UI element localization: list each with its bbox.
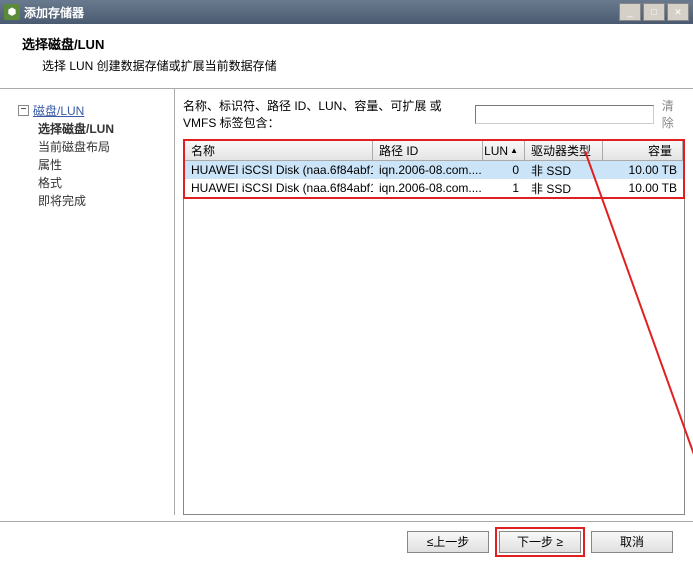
- page-title: 选择磁盘/LUN: [22, 34, 671, 53]
- step-select-disk[interactable]: 选择磁盘/LUN: [38, 119, 174, 137]
- cell-drive: 非 SSD: [525, 161, 603, 179]
- step-properties[interactable]: 属性: [38, 155, 174, 173]
- page-subtitle: 选择 LUN 创建数据存储或扩展当前数据存储: [42, 57, 671, 74]
- wizard-steps-sidebar: − 磁盘/LUN 选择磁盘/LUN 当前磁盘布局 属性 格式 即将完成: [0, 89, 175, 515]
- disk-table: 名称 路径 ID LUN▲ 驱动器类型 容量 HUAWEI iSCSI Disk…: [183, 139, 685, 199]
- filter-input[interactable]: [475, 105, 654, 124]
- window-controls: _ □ ✕: [619, 3, 689, 21]
- cell-capacity: 10.00 TB: [603, 161, 683, 179]
- cell-capacity: 10.00 TB: [603, 179, 683, 197]
- next-button[interactable]: 下一步 ≥: [499, 531, 581, 553]
- cell-lun: 0: [483, 161, 525, 179]
- step-format[interactable]: 格式: [38, 173, 174, 191]
- table-empty-area: [183, 199, 685, 515]
- filter-label: 名称、标识符、路径 ID、LUN、容量、可扩展 或 VMFS 标签包含：: [183, 97, 471, 131]
- col-name-header[interactable]: 名称: [185, 141, 373, 160]
- maximize-button[interactable]: □: [643, 3, 665, 21]
- filter-bar: 名称、标识符、路径 ID、LUN、容量、可扩展 或 VMFS 标签包含： 清除: [183, 97, 685, 131]
- cell-path: iqn.2006-08.com....: [373, 179, 483, 197]
- step-ready[interactable]: 即将完成: [38, 191, 174, 209]
- window-title: 添加存储器: [24, 4, 619, 21]
- minimize-button[interactable]: _: [619, 3, 641, 21]
- col-capacity-header[interactable]: 容量: [603, 141, 683, 160]
- wizard-header: 选择磁盘/LUN 选择 LUN 创建数据存储或扩展当前数据存储: [0, 24, 693, 89]
- col-lun-header[interactable]: LUN▲: [483, 141, 525, 160]
- app-icon: ⬢: [4, 4, 20, 20]
- cell-name: HUAWEI iSCSI Disk (naa.6f84abf10...: [185, 179, 373, 197]
- table-row[interactable]: HUAWEI iSCSI Disk (naa.6f84abf10... iqn.…: [185, 179, 683, 197]
- titlebar: ⬢ 添加存储器 _ □ ✕: [0, 0, 693, 24]
- tree-parent-row[interactable]: − 磁盘/LUN: [18, 101, 174, 119]
- step-parent[interactable]: 磁盘/LUN: [33, 102, 84, 119]
- next-button-highlight: 下一步 ≥: [495, 527, 585, 557]
- back-button[interactable]: ≤上一步: [407, 531, 489, 553]
- cancel-button[interactable]: 取消: [591, 531, 673, 553]
- step-current-layout[interactable]: 当前磁盘布局: [38, 137, 174, 155]
- clear-filter-link[interactable]: 清除: [658, 97, 685, 131]
- col-path-header[interactable]: 路径 ID: [373, 141, 483, 160]
- close-button[interactable]: ✕: [667, 3, 689, 21]
- collapse-icon[interactable]: −: [18, 105, 29, 116]
- sort-asc-icon: ▲: [510, 146, 518, 155]
- content-pane: 名称、标识符、路径 ID、LUN、容量、可扩展 或 VMFS 标签包含： 清除 …: [175, 89, 693, 515]
- col-drive-header[interactable]: 驱动器类型: [525, 141, 603, 160]
- wizard-footer: ≤上一步 下一步 ≥ 取消: [0, 521, 693, 561]
- cell-lun: 1: [483, 179, 525, 197]
- table-row[interactable]: HUAWEI iSCSI Disk (naa.6f84abf10... iqn.…: [185, 161, 683, 179]
- cell-path: iqn.2006-08.com....: [373, 161, 483, 179]
- cell-drive: 非 SSD: [525, 179, 603, 197]
- cell-name: HUAWEI iSCSI Disk (naa.6f84abf10...: [185, 161, 373, 179]
- table-header: 名称 路径 ID LUN▲ 驱动器类型 容量: [185, 141, 683, 161]
